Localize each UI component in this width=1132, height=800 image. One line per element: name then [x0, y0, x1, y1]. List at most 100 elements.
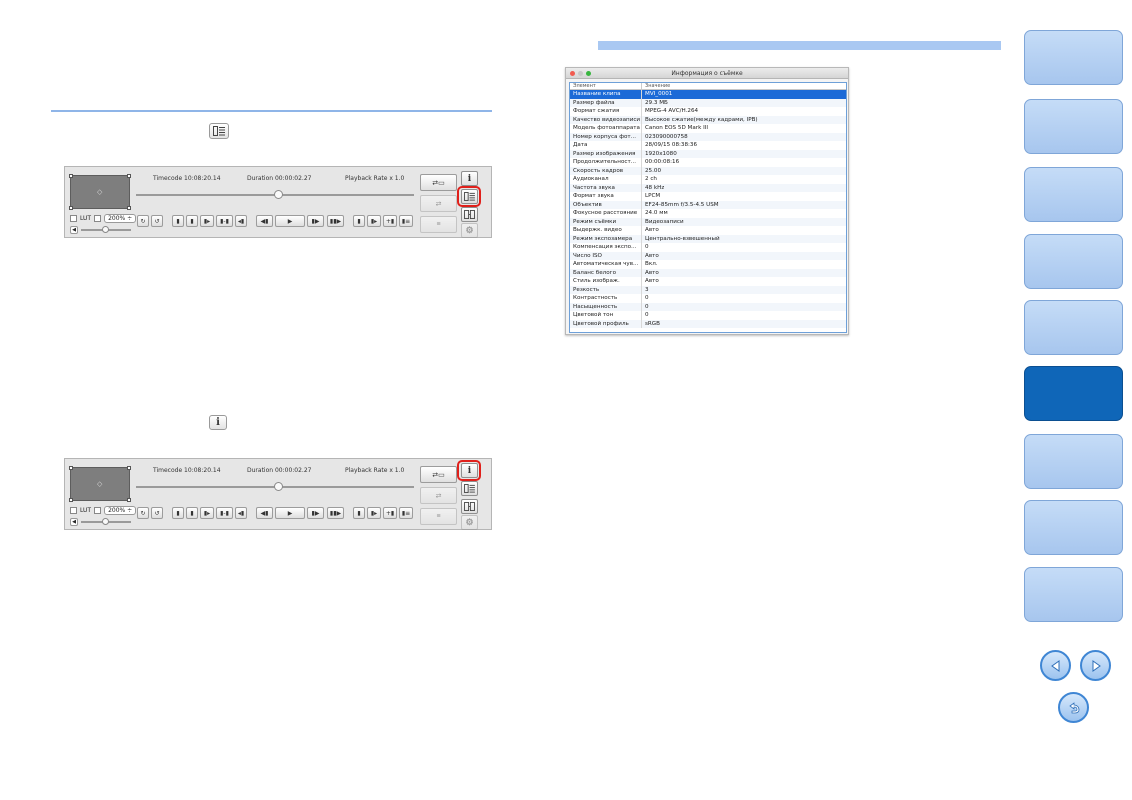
nav-tab-4[interactable]	[1024, 234, 1123, 289]
column-header-element[interactable]: Элемент	[570, 83, 642, 89]
goto-end-button[interactable]: ▮▮▶	[327, 507, 344, 519]
table-row[interactable]: Продолжительност... 00:00:08:16	[570, 158, 846, 167]
mark-out-button[interactable]: ▮	[186, 215, 198, 227]
goto-in-button[interactable]: ▮▸	[200, 507, 214, 519]
lut-checkbox[interactable]	[70, 506, 77, 514]
table-row[interactable]: Номер корпуса фот... 023090000758	[570, 132, 846, 141]
next-page-button[interactable]	[1080, 650, 1111, 681]
minimize-window-icon[interactable]	[578, 71, 583, 76]
in-out-button[interactable]: ▮-▮	[216, 215, 233, 227]
nav-tab-9[interactable]	[1024, 567, 1123, 622]
table-row[interactable]: Объектив EF24-85mm f/3.5-4.5 USM	[570, 200, 846, 209]
zoom-checkbox[interactable]	[94, 506, 102, 514]
info-button[interactable]: i	[461, 171, 478, 186]
timeline-knob[interactable]	[274, 190, 283, 199]
repeat-button[interactable]: ↺	[151, 507, 163, 519]
goto-out-button[interactable]: ◂▮	[235, 507, 247, 519]
return-button[interactable]	[1058, 692, 1089, 723]
zoom-select[interactable]: 200% ÷	[104, 505, 137, 515]
column-header-value[interactable]: Значение	[642, 83, 670, 89]
compare-view-button[interactable]	[461, 207, 478, 222]
nav-tab-3[interactable]	[1024, 167, 1123, 222]
goto-out-button[interactable]: ◂▮	[235, 215, 247, 227]
goto-in-button[interactable]: ▮▸	[200, 215, 214, 227]
lut-checkbox[interactable]	[70, 214, 77, 222]
table-row[interactable]: Насыщенность 0	[570, 302, 846, 311]
frame-add-button[interactable]: +▮	[383, 507, 397, 519]
volume-knob[interactable]	[102, 226, 109, 233]
play-button[interactable]: ▶	[275, 215, 305, 227]
step-forward-button[interactable]: ▮▶	[307, 507, 324, 519]
table-row[interactable]: Стиль изображ. Авто	[570, 277, 846, 286]
frame-grab-button[interactable]: ▮	[353, 215, 365, 227]
row-value-cell: 2 ch	[645, 176, 657, 182]
table-row[interactable]: Размер изображения 1920x1080	[570, 149, 846, 158]
table-row[interactable]: Режим съёмки Видеозаписи	[570, 217, 846, 226]
table-row[interactable]: Контрастность 0	[570, 294, 846, 303]
table-row[interactable]: Резкость 3	[570, 285, 846, 294]
frame-next-button[interactable]: ▮▸	[367, 215, 381, 227]
table-row[interactable]: Цветовой тон 0	[570, 311, 846, 320]
table-row[interactable]: Баланс белого Авто	[570, 268, 846, 277]
clip-list-button-disabled: ≡	[420, 508, 457, 525]
table-row[interactable]: Число ISO Авто	[570, 251, 846, 260]
table-row[interactable]: Формат звука LPCM	[570, 192, 846, 201]
table-row[interactable]: Скорость кадров 25.00	[570, 166, 846, 175]
step-back-button[interactable]: ◀▮	[256, 215, 273, 227]
export-button[interactable]: ⇄▭	[420, 466, 457, 483]
nav-tab-1[interactable]	[1024, 30, 1123, 85]
timeline-knob[interactable]	[274, 482, 283, 491]
nav-tab-5[interactable]	[1024, 300, 1123, 355]
row-value-cell: Canon EOS 5D Mark III	[645, 125, 709, 131]
zoom-checkbox[interactable]	[94, 214, 102, 222]
table-row[interactable]: Компенсация экспо... 0	[570, 243, 846, 252]
goto-end-button[interactable]: ▮▮▶	[327, 215, 344, 227]
volume-knob[interactable]	[102, 518, 109, 525]
close-window-icon[interactable]	[570, 71, 575, 76]
in-out-button[interactable]: ▮-▮	[216, 507, 233, 519]
table-row[interactable]: Режим экспозамера Центрально-взвешенный	[570, 234, 846, 243]
frame-list-button[interactable]: ▮≡	[399, 215, 413, 227]
loop-button[interactable]: ↻	[137, 507, 149, 519]
list-view-button[interactable]	[461, 481, 478, 496]
table-row[interactable]: Цветовой профиль sRGB	[570, 319, 846, 328]
row-element-cell: Продолжительност...	[570, 158, 642, 167]
table-row[interactable]: Фокусное расстояние 24.0 мм	[570, 209, 846, 218]
nav-tab-7[interactable]	[1024, 434, 1123, 489]
zoom-window-icon[interactable]	[586, 71, 591, 76]
row-value-cell: Авто	[645, 252, 659, 259]
play-button[interactable]: ▶	[275, 507, 305, 519]
table-row[interactable]: Модель фотоаппарата Canon EOS 5D Mark III	[570, 124, 846, 133]
nav-tab-6-active[interactable]	[1024, 366, 1123, 421]
nav-tab-8[interactable]	[1024, 500, 1123, 555]
table-row[interactable]: Размер файла 29.3 МБ	[570, 98, 846, 107]
export-button[interactable]: ⇄▭	[420, 174, 457, 191]
frame-add-button[interactable]: +▮	[383, 215, 397, 227]
mark-in-button[interactable]: ▮	[172, 507, 184, 519]
table-row[interactable]: Выдержк. видео Авто	[570, 226, 846, 235]
table-row[interactable]: Дата 28/09/15 08:38:36	[570, 141, 846, 150]
table-row[interactable]: Аудиоканал 2 ch	[570, 175, 846, 184]
row-value-cell: 25.00	[645, 167, 662, 174]
nav-tab-2[interactable]	[1024, 99, 1123, 154]
step-forward-button[interactable]: ▮▶	[307, 215, 324, 227]
table-row[interactable]: Частота звука 48 kHz	[570, 183, 846, 192]
row-element-cell: Резкость	[570, 285, 642, 294]
mark-out-button[interactable]: ▮	[186, 507, 198, 519]
step-back-button[interactable]: ◀▮	[256, 507, 273, 519]
table-row[interactable]: Формат сжатия MPEG-4 AVC/H.264	[570, 107, 846, 116]
compare-view-button[interactable]	[461, 499, 478, 514]
frame-list-button[interactable]: ▮≡	[399, 507, 413, 519]
prev-page-button[interactable]	[1040, 650, 1071, 681]
table-row[interactable]: Автоматическая чув... Вкл.	[570, 260, 846, 269]
lut-label: LUT	[80, 506, 92, 514]
loop-button[interactable]: ↻	[137, 215, 149, 227]
clip-button-disabled: ⇄	[420, 195, 457, 212]
frame-grab-button[interactable]: ▮	[353, 507, 365, 519]
zoom-select[interactable]: 200% ÷	[104, 213, 137, 223]
mark-in-button[interactable]: ▮	[172, 215, 184, 227]
table-row[interactable]: Название клипа MVI_0001	[570, 90, 846, 99]
frame-next-button[interactable]: ▮▸	[367, 507, 381, 519]
repeat-button[interactable]: ↺	[151, 215, 163, 227]
table-row[interactable]: Качество видеозаписи Высокое сжатие(между…	[570, 115, 846, 124]
